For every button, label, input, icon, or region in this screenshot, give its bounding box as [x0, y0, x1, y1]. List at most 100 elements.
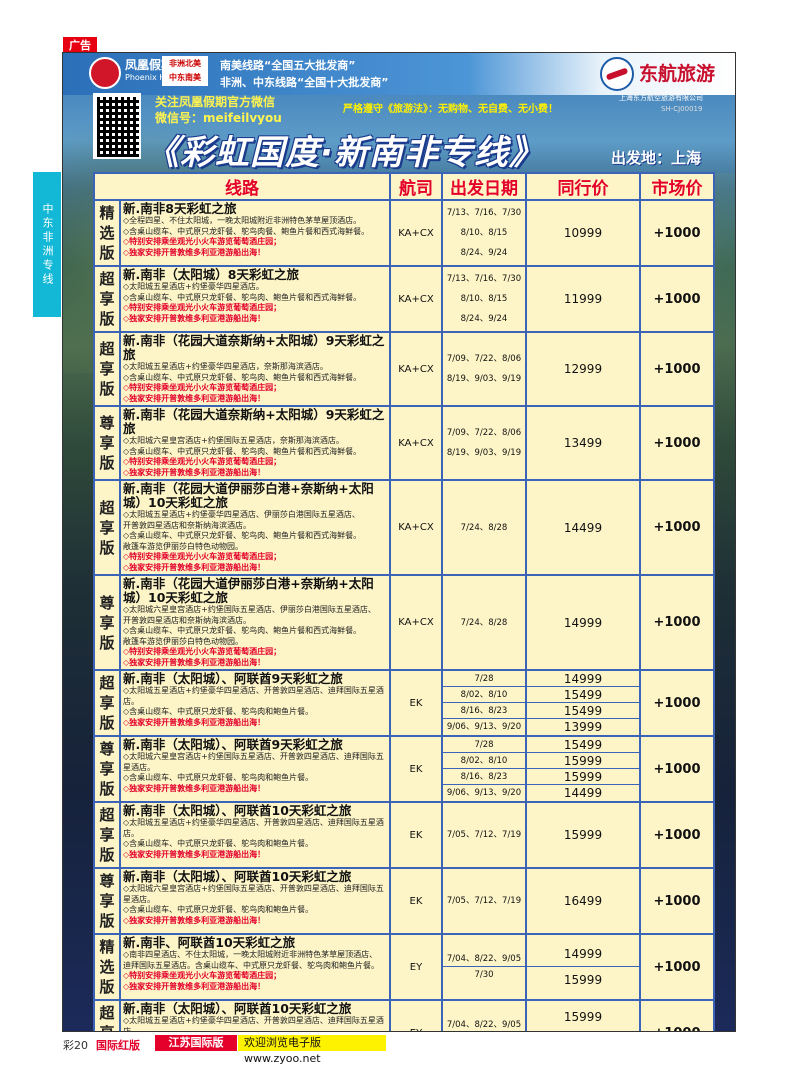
table-row[interactable]: 精选版新.南非、阿联酋10天彩虹之旅 ◇南非四星酒店、不住太阳城，一晚太阳城附近非… [93, 933, 715, 1001]
market-price: +1000 [639, 933, 715, 1001]
table-row[interactable]: 尊享版新.南非（花园大道奈斯纳+太阳城）9天彩虹之旅 ◇太阳城六星皇宫酒店+约堡国… [93, 405, 715, 481]
tier-label: 尊享版 [93, 735, 121, 803]
departure-date: 9/06、9/13、9/20 [446, 722, 522, 732]
departure-dates: 7/24、8/28 [441, 574, 527, 671]
route-description: ◇含桌山缆车、中式原只龙虾餐、鸵鸟肉和鲍鱼片餐。 [123, 707, 314, 716]
departure-dates: 7/24、8/28 [441, 479, 527, 576]
market-price: +1000 [639, 331, 715, 407]
wechat-qr-code[interactable] [93, 93, 141, 159]
china-eastern-travel-name: 东航旅游 [639, 63, 716, 85]
wechat-id: 微信号：meifeilvyou [155, 111, 282, 125]
tier-char: 享 [99, 760, 115, 778]
side-tab-middle-east-africa[interactable]: 中东非洲专线 [33, 172, 61, 317]
departure-date: 8/24、9/24 [460, 248, 508, 258]
route-cell[interactable]: 新.南非（花园大道伊丽莎白港+奈斯纳+太阳城）10天彩虹之旅 ◇太阳城五星酒店+约… [119, 479, 391, 576]
route-name: 新.南非（太阳城）、阿联酋9天彩虹之旅 [123, 671, 343, 686]
departure-dates: 7/05、7/12、7/19 [441, 801, 527, 869]
departure-date: 8/02、8/10 [443, 753, 525, 769]
departure-date: 7/09、7/22、8/06 [446, 428, 522, 438]
route-cell[interactable]: 新.南非（太阳城）、阿联酋10天彩虹之旅 ◇太阳城六星皇宫酒店+约堡国际五星酒店、… [119, 867, 391, 935]
tier-char: 超 [99, 674, 115, 692]
route-special-note: ◇独家安排开普敦维多利亚港游船出海！ [123, 981, 266, 991]
table-row[interactable]: 超享版新.南非（太阳城）、阿联酋10天彩虹之旅◇太阳城五星酒店+约堡豪华四星酒店… [93, 999, 715, 1031]
market-price: +1000 [639, 801, 715, 869]
route-special-note: ◇独家安排开普敦维多利亚港游船出海！ [123, 783, 266, 793]
tier-char: 享 [99, 290, 115, 308]
tier-char: 选 [99, 958, 115, 976]
route-description: ◇含桌山缆车、中式原只龙虾餐、鸵鸟肉和鲍鱼片餐。 [123, 773, 314, 782]
departure-dates: 7/04、8/22、9/05 7/30 [441, 933, 527, 1001]
departure-date: 7/28 [443, 671, 525, 687]
departure-dates: 7/28 8/02、8/10 8/16、8/23 9/06、9/13、9/20 [441, 735, 527, 803]
tier-char: 超 [99, 1004, 115, 1022]
footer-website-link[interactable]: 欢迎浏览电子版 www.zyoo.net [238, 1035, 386, 1065]
peer-price-value: 15999 [563, 828, 603, 842]
peer-price: 14999 15999 [525, 933, 641, 1001]
table-row[interactable]: 精选版新.南非8天彩虹之旅 ◇全程四星、不住太阳城，一晚太阳城附近非洲特色茅草屋顶… [93, 199, 715, 267]
route-cell[interactable]: 新.南非（花园大道伊丽莎白港+奈斯纳+太阳城）10天彩虹之旅 ◇太阳城六星皇宫酒店… [119, 574, 391, 671]
departure-date: 8/16、8/23 [443, 703, 525, 719]
market-price: +1000 [639, 867, 715, 935]
route-cell[interactable]: 新.南非、阿联酋10天彩虹之旅 ◇南非四星酒店、不住太阳城，一晚太阳城附近非洲特色… [119, 933, 391, 1001]
route-cell[interactable]: 新.南非（花园大道奈斯纳+太阳城）9天彩虹之旅 ◇太阳城五星酒店+约堡豪华四星酒店… [119, 331, 391, 407]
departure-date: 8/19、9/03、9/19 [446, 374, 522, 384]
tier-char: 享 [99, 826, 115, 844]
table-row[interactable]: 尊享版新.南非（太阳城）、阿联酋10天彩虹之旅 ◇太阳城六星皇宫酒店+约堡国际五星… [93, 867, 715, 935]
china-eastern-company: 上海东方航空旅游有限公司 [619, 94, 703, 102]
table-row[interactable]: 尊享版新.南非（花园大道伊丽莎白港+奈斯纳+太阳城）10天彩虹之旅 ◇太阳城六星皇… [93, 574, 715, 671]
route-cell[interactable]: 新.南非（花园大道奈斯纳+太阳城）9天彩虹之旅 ◇太阳城六星皇宫酒店+约堡国际五星… [119, 405, 391, 481]
route-cell[interactable]: 新.南非（太阳城）、阿联酋9天彩虹之旅 ◇太阳城五星酒店+约堡豪华四星酒店、开普敦… [119, 669, 391, 737]
departure-date: 7/28 [443, 737, 525, 753]
tier-label: 尊享版 [93, 574, 121, 671]
route-name: 新.南非（花园大道奈斯纳+太阳城）9天彩虹之旅 [123, 333, 385, 362]
route-description: ◇太阳城六星皇宫酒店+约堡国际五星酒店，奈斯那海滨酒店。 [123, 436, 344, 445]
peer-price: 10999 [525, 199, 641, 267]
logo-regions: 非洲北美 中东南美 [162, 56, 208, 86]
route-description: ◇含桌山缆车、中式原只龙虾餐、鸵鸟肉和鲍鱼片餐。 [123, 839, 314, 848]
tier-label: 精选版 [93, 933, 121, 1001]
table-row[interactable]: 超享版新.南非（太阳城）8天彩虹之旅 ◇太阳城五星酒店+约堡豪华四星酒店。 ◇含桌山… [93, 265, 715, 333]
route-special-note: ◇独家安排开普敦维多利亚港游船出海！ [123, 247, 266, 257]
route-special-note: ◇特别安排乘坐观光小火车游览葡萄酒庄园； [123, 647, 282, 656]
departure-date: 7/09、7/22、8/06 [446, 354, 522, 364]
table-row[interactable]: 超享版新.南非（太阳城）、阿联酋10天彩虹之旅◇太阳城五星酒店+约堡豪华四星酒店… [93, 801, 715, 869]
tier-char: 享 [99, 613, 115, 632]
departure-date: 8/19、9/03、9/19 [446, 448, 522, 458]
departure-date: 7/05、7/12、7/19 [446, 896, 522, 906]
route-cell[interactable]: 新.南非（太阳城）、阿联酋10天彩虹之旅 ◇太阳城五星酒店+约堡豪华四星酒店、开普… [119, 801, 391, 869]
route-description: ◇含桌山缆车、中式原只龙虾餐、鸵鸟肉餐、鲍鱼片餐和西式海鲜餐。 [123, 226, 370, 236]
route-cell[interactable]: 新.南非（太阳城）、阿联酋9天彩虹之旅 ◇太阳城六星皇宫酒店+约堡国际五星酒店、开… [119, 735, 391, 803]
departure-dates: 7/05、7/12、7/19 [441, 867, 527, 935]
market-price: +1000 [639, 405, 715, 481]
header-peer-price: 同行价 [525, 172, 641, 201]
tier-label: 超享版 [93, 999, 121, 1031]
peer-price-value: 12999 [563, 362, 603, 376]
route-description: ◇南非四星酒店、不住太阳城，一晚太阳城附近非洲特色茅草屋顶酒店、 [123, 950, 378, 959]
tier-char: 尊 [99, 740, 115, 758]
route-special-note: ◇独家安排开普敦维多利亚港游船出海！ [123, 849, 266, 859]
table-row[interactable]: 超享版新.南非（花园大道伊丽莎白港+奈斯纳+太阳城）10天彩虹之旅 ◇太阳城五星酒… [93, 479, 715, 576]
tier-char: 版 [99, 846, 115, 864]
tier-char: 尊 [99, 593, 115, 612]
departure-date: 7/13、7/16、7/30 [446, 208, 522, 218]
tier-char: 版 [99, 780, 115, 798]
tier-char: 版 [99, 310, 115, 328]
table-row[interactable]: 超享版新.南非（花园大道奈斯纳+太阳城）9天彩虹之旅 ◇太阳城五星酒店+约堡豪华四… [93, 331, 715, 407]
table-row[interactable]: 尊享版新.南非（太阳城）、阿联酋9天彩虹之旅 ◇太阳城六星皇宫酒店+约堡国际五星酒… [93, 735, 715, 803]
departure-dates: 7/09、7/22、8/06 8/19、9/03、9/19 [441, 331, 527, 407]
route-description: ◇太阳城六星皇宫酒店+约堡国际五星酒店、开普敦四星酒店、迪拜国际五星酒店。 [123, 752, 384, 772]
route-description: ◇太阳城六星皇宫酒店+约堡国际五星酒店、开普敦四星酒店、迪拜国际五星酒店。 [123, 884, 384, 904]
tier-label: 精选版 [93, 199, 121, 267]
peer-price-value: 14999 [563, 615, 603, 630]
peer-price: 11999 [525, 265, 641, 333]
route-cell[interactable]: 新.南非8天彩虹之旅 ◇全程四星、不住太阳城，一晚太阳城附近非洲特色茅草屋顶酒店。… [119, 199, 391, 267]
airline-code: EY [389, 933, 443, 1001]
route-description: ◇太阳城五星酒店+约堡豪华四星酒店。 [123, 282, 264, 291]
route-description: ◇太阳城五星酒店+约堡豪华四星酒店、开普敦四星酒店、迪拜国际五星酒店。 [123, 686, 384, 706]
table-row[interactable]: 超享版新.南非（太阳城）、阿联酋9天彩虹之旅 ◇太阳城五星酒店+约堡豪华四星酒店、… [93, 669, 715, 737]
market-price: +1000 [639, 199, 715, 267]
route-cell[interactable]: 新.南非（太阳城）8天彩虹之旅 ◇太阳城五星酒店+约堡豪华四星酒店。 ◇含桌山缆车、… [119, 265, 391, 333]
route-description: ◇含桌山缆车、中式原只龙虾餐、鸵鸟肉、鲍鱼片餐和西式海鲜餐。 [123, 626, 362, 635]
tier-char: 超 [99, 270, 115, 288]
route-cell[interactable]: 新.南非（太阳城）、阿联酋10天彩虹之旅 ◇太阳城五星酒店+约堡豪华四星酒店、开普… [119, 999, 391, 1031]
